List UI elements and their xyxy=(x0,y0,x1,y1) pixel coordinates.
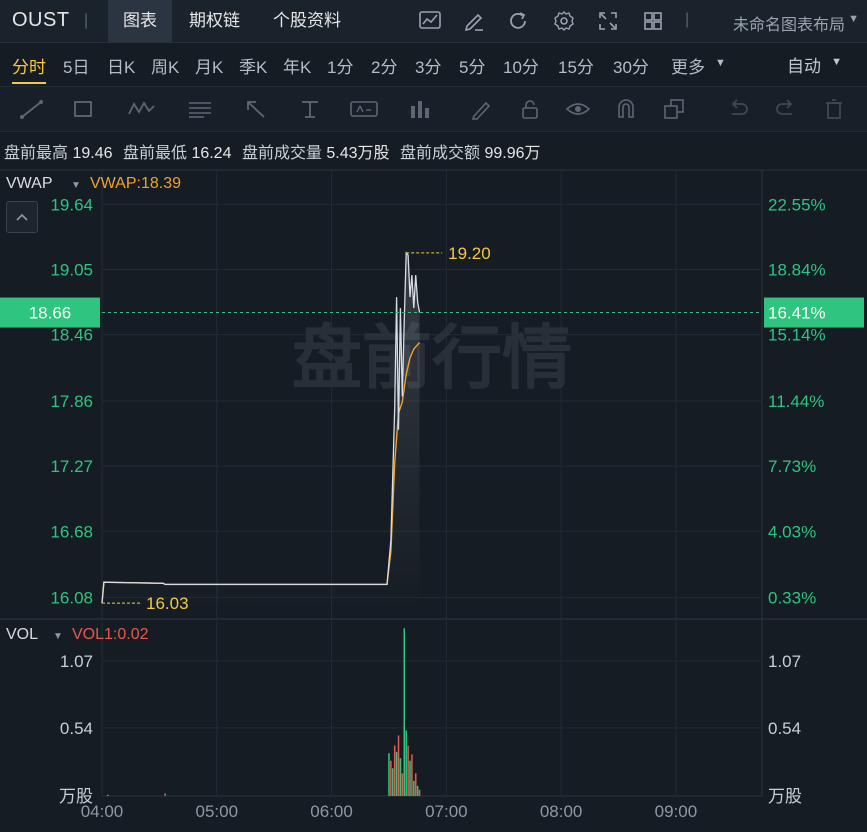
main-indicator-caret-icon[interactable]: ▼ xyxy=(71,180,81,191)
price-tick-label: 17.86 xyxy=(50,392,93,411)
volume-bar xyxy=(392,768,394,796)
vol-tick-label-right: 1.07 xyxy=(768,652,801,671)
min-price-label: 16.03 xyxy=(146,594,189,613)
chart-grid xyxy=(0,169,867,797)
volume-bar xyxy=(405,730,407,796)
vol-unit-label-right: 万股 xyxy=(768,787,802,806)
vol-unit-label: 万股 xyxy=(59,787,93,806)
volume-bar xyxy=(403,628,406,796)
volume-bar xyxy=(411,754,413,796)
main-indicator-name[interactable]: VWAP xyxy=(6,175,53,193)
time-tick-label: 05:00 xyxy=(196,802,239,821)
volume-bar xyxy=(390,760,392,796)
pct-tick-label: 18.84% xyxy=(768,260,826,279)
volume-bar xyxy=(416,785,419,796)
volume-bar xyxy=(399,758,402,796)
volume-bar xyxy=(409,760,411,796)
volume-bar xyxy=(395,751,398,796)
volume-bar xyxy=(414,773,417,796)
volume-bar xyxy=(397,735,400,796)
sub-indicator-value: VOL1:0.02 xyxy=(72,626,149,643)
pct-tick-label: 0.33% xyxy=(768,589,816,608)
volume-bar xyxy=(164,793,166,796)
sub-indicator-caret-icon[interactable]: ▼ xyxy=(53,631,63,642)
time-tick-label: 06:00 xyxy=(310,802,353,821)
price-area-fill xyxy=(102,252,420,612)
price-line xyxy=(101,251,421,604)
volume-bar xyxy=(401,773,404,796)
max-price-label: 19.20 xyxy=(448,244,491,263)
vol-tick-label-right: 0.54 xyxy=(768,719,801,738)
volume-bar xyxy=(388,753,390,796)
vol-tick-label: 1.07 xyxy=(60,652,93,671)
collapse-indicator-button[interactable] xyxy=(6,201,38,233)
chart-canvas[interactable]: 盘前行情 19.64 22.55% 19.05 18.84% 18.46 15.14% 17… xyxy=(0,0,867,832)
current-pct-value: 16.41% xyxy=(768,304,826,323)
time-tick-label: 07:00 xyxy=(425,802,468,821)
pct-tick-label: 15.14% xyxy=(768,326,826,345)
pct-tick-label: 7.73% xyxy=(768,457,816,476)
pct-tick-label: 4.03% xyxy=(768,522,816,541)
pct-tick-label: 22.55% xyxy=(768,195,826,214)
sub-indicator-name[interactable]: VOL xyxy=(6,626,38,644)
annotations: 18.66 16.41% 19.20 16.03 xyxy=(0,244,864,613)
volume-bar xyxy=(393,745,396,796)
price-tick-label: 18.46 xyxy=(50,326,93,345)
axis-labels: 19.64 22.55% 19.05 18.84% 18.46 15.14% 17.86 11… xyxy=(50,195,825,821)
current-price-value: 18.66 xyxy=(29,304,72,323)
volume-bar xyxy=(413,780,415,796)
price-tick-label: 19.64 xyxy=(50,195,93,214)
volume-bars xyxy=(106,628,421,796)
volume-bar xyxy=(106,794,109,796)
chevron-up-icon xyxy=(16,213,28,221)
price-tick-label: 17.27 xyxy=(50,457,93,476)
vol-tick-label: 0.54 xyxy=(60,719,93,738)
volume-bar xyxy=(418,789,421,796)
price-tick-label: 16.68 xyxy=(50,522,93,541)
price-tick-label: 19.05 xyxy=(50,260,93,279)
watermark-text: 盘前行情 xyxy=(292,317,572,399)
volume-bar xyxy=(407,745,409,796)
pct-tick-label: 11.44% xyxy=(768,392,824,411)
price-tick-label: 16.08 xyxy=(50,589,93,608)
time-tick-label: 08:00 xyxy=(540,802,583,821)
time-tick-label: 09:00 xyxy=(655,802,698,821)
main-indicator-value: VWAP:18.39 xyxy=(90,175,182,192)
